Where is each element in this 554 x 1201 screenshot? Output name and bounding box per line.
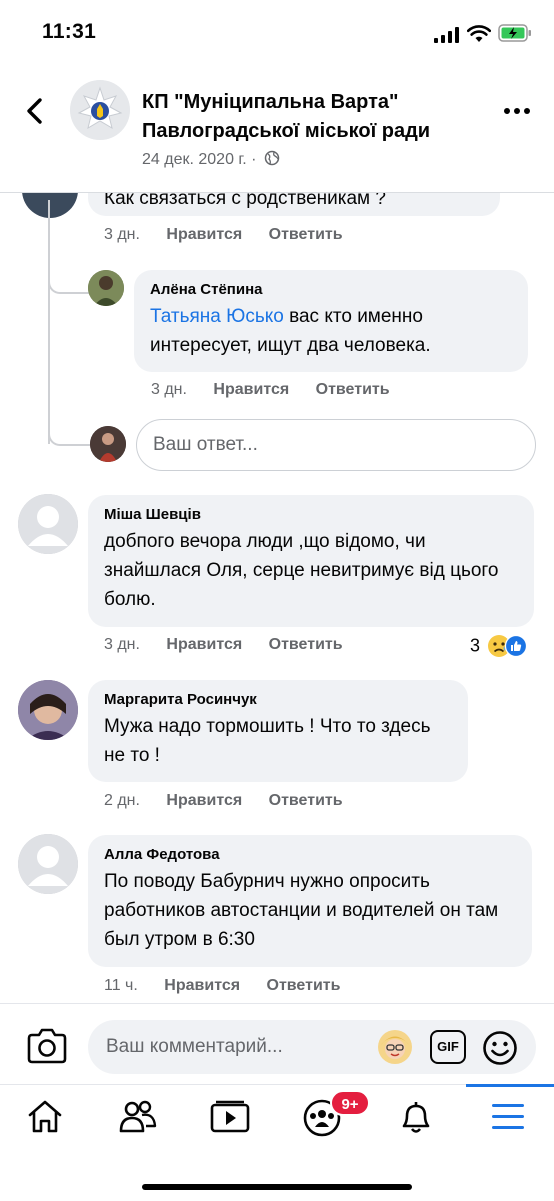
reply-input[interactable]: Ваш ответ... — [136, 419, 536, 471]
comment-bubble[interactable]: Міша Шевців добпого вечора люди ,що відо… — [88, 495, 534, 627]
comment-author[interactable]: Маргарита Росинчук — [104, 690, 454, 710]
reply-button[interactable]: Ответить — [267, 977, 341, 994]
thread-line — [48, 200, 50, 444]
more-options-icon[interactable] — [502, 96, 532, 126]
menu-hamburger-icon[interactable] — [490, 1102, 526, 1132]
comment-bubble[interactable]: Маргарита Росинчук Мужа надо тормошить !… — [88, 680, 468, 782]
comment-text: добпого вечора люди ,що відомо, чи знайш… — [104, 531, 499, 610]
back-chevron-icon[interactable] — [20, 96, 50, 126]
page-avatar[interactable] — [70, 80, 130, 140]
like-button[interactable]: Нравится — [166, 792, 242, 809]
post-date: 24 дек. 2020 г. · — [142, 150, 280, 169]
menu-tab-active-indicator — [466, 1084, 554, 1087]
like-button[interactable]: Нравится — [166, 636, 242, 653]
gif-button[interactable]: GIF — [430, 1030, 466, 1064]
comment-author[interactable]: Алёна Стёпина — [150, 280, 514, 300]
comment-author[interactable]: Алла Федотова — [104, 845, 518, 865]
reply-input-placeholder: Ваш ответ... — [153, 434, 258, 455]
status-time: 11:31 — [42, 20, 97, 43]
comment-actions: 3 дн. Нравится Ответить — [151, 381, 412, 399]
reactions-summary[interactable]: 3 — [470, 634, 528, 658]
wifi-icon — [467, 25, 491, 42]
avatar-placeholder[interactable] — [18, 494, 78, 554]
comment-time: 3 дн. — [151, 381, 187, 398]
comment-time: 11 ч. — [104, 977, 138, 994]
reply-connector — [48, 270, 90, 294]
reply-input-connector — [48, 420, 90, 446]
avatar[interactable] — [88, 270, 124, 306]
comment-text: Мужа надо тормошить ! Что то здесь не то… — [104, 716, 431, 766]
groups-notification-badge: 9+ — [330, 1090, 370, 1116]
reply-button[interactable]: Ответить — [269, 636, 343, 653]
comment-actions: 3 дн. Нравится Ответить — [104, 226, 365, 244]
header-divider — [0, 192, 554, 193]
emoji-icon[interactable] — [482, 1030, 518, 1066]
comment-text: Татьяна Юсько вас кто именно интересует,… — [150, 306, 431, 356]
comment-text: По поводу Бабурнич нужно опросить работн… — [104, 871, 499, 950]
comment-bubble[interactable]: Алёна Стёпина Татьяна Юсько вас кто имен… — [134, 270, 528, 372]
comment-time: 2 дн. — [104, 792, 140, 809]
home-indicator — [142, 1184, 412, 1190]
like-reaction-icon — [504, 634, 528, 658]
comment-actions: 2 дн. Нравится Ответить — [104, 792, 365, 810]
reactions-count: 3 — [470, 635, 481, 656]
avatar-sticker-icon[interactable] — [376, 1028, 414, 1066]
comment-time: 3 дн. — [104, 226, 140, 243]
comment-time: 3 дн. — [104, 636, 140, 653]
page-title[interactable]: КП "Муніципальна Варта" Павлоградської м… — [142, 88, 482, 146]
like-button[interactable]: Нравится — [166, 226, 242, 243]
comment-input-placeholder: Ваш комментарий... — [106, 1036, 283, 1057]
battery-charging-icon — [498, 24, 531, 42]
mention-link[interactable]: Татьяна Юсько — [150, 306, 284, 327]
notifications-bell-icon[interactable] — [396, 1098, 436, 1136]
comment-author[interactable]: Міша Шевців — [104, 505, 520, 525]
avatar-placeholder[interactable] — [18, 834, 78, 894]
camera-icon[interactable] — [26, 1026, 68, 1066]
friends-icon[interactable] — [118, 1098, 158, 1134]
home-icon[interactable] — [26, 1098, 64, 1134]
my-avatar — [90, 426, 126, 462]
comment-actions: 11 ч. Нравится Ответить — [104, 977, 362, 995]
globe-icon — [264, 150, 280, 166]
comment-actions: 3 дн. Нравится Ответить — [104, 636, 365, 654]
police-star-logo — [70, 80, 130, 140]
reply-button[interactable]: Ответить — [269, 226, 343, 243]
signal-icon — [434, 27, 459, 43]
like-button[interactable]: Нравится — [213, 381, 289, 398]
watch-video-icon[interactable] — [210, 1100, 250, 1134]
reply-button[interactable]: Ответить — [269, 792, 343, 809]
avatar[interactable] — [18, 680, 78, 740]
like-button[interactable]: Нравится — [164, 977, 240, 994]
reply-button[interactable]: Ответить — [316, 381, 390, 398]
comment-bubble[interactable]: Алла Федотова По поводу Бабурнич нужно о… — [88, 835, 532, 967]
composer-divider — [0, 1003, 554, 1004]
